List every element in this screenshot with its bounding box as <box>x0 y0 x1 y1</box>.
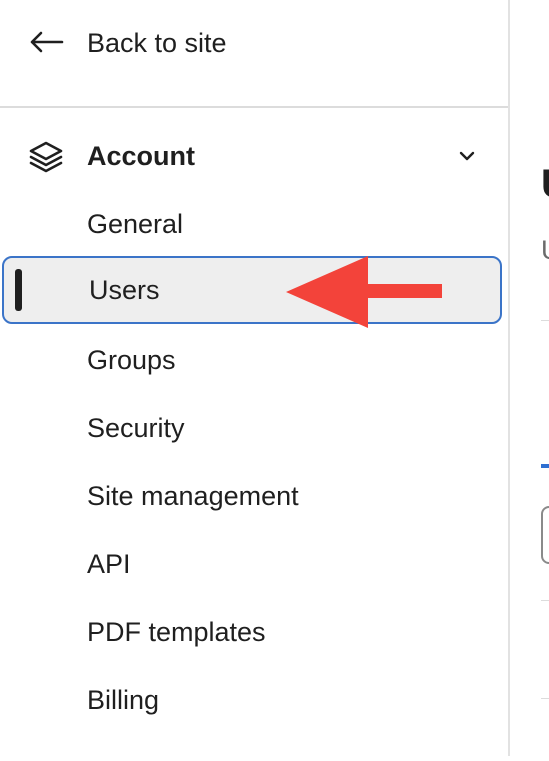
sidebar-item-label: General <box>87 209 184 239</box>
sidebar-item-label: Users <box>89 275 160 305</box>
content-divider <box>541 320 549 321</box>
active-tab-underline <box>541 464 549 468</box>
sidebar-item-groups[interactable]: Groups <box>0 326 508 394</box>
table-divider <box>541 600 549 601</box>
layers-icon <box>29 141 63 173</box>
settings-page: Back to site Account General Users Group… <box>0 0 549 761</box>
sidebar-item-label: API <box>87 549 131 579</box>
back-to-site-link[interactable]: Back to site <box>0 0 508 86</box>
active-indicator <box>15 269 22 311</box>
sidebar-item-general[interactable]: General <box>0 190 508 258</box>
sidebar-item-billing[interactable]: Billing <box>0 666 508 734</box>
annotation-arrow-icon <box>286 256 442 328</box>
sidebar-item-label: PDF templates <box>87 617 266 647</box>
sidebar-item-label: Billing <box>87 685 160 715</box>
account-section-title: Account <box>87 141 195 171</box>
sidebar-item-pdf-templates[interactable]: PDF templates <box>0 598 508 666</box>
arrow-left-icon <box>30 31 64 53</box>
sidebar-item-site-management[interactable]: Site management <box>0 462 508 530</box>
search-input[interactable] <box>541 506 549 564</box>
back-to-site-label: Back to site <box>87 28 227 58</box>
page-title: U <box>541 160 549 208</box>
sidebar-item-security[interactable]: Security <box>0 394 508 462</box>
sidebar-divider <box>0 106 508 108</box>
main-content: U U <box>510 0 549 761</box>
sidebar-item-label: Groups <box>87 345 176 375</box>
chevron-down-icon <box>459 151 475 161</box>
table-row-divider <box>541 698 549 699</box>
sidebar-item-api[interactable]: API <box>0 530 508 598</box>
sidebar-item-label: Security <box>87 413 185 443</box>
sidebar-item-label: Site management <box>87 481 299 511</box>
settings-sidebar: Back to site Account General Users Group… <box>0 0 508 761</box>
account-section-toggle[interactable]: Account <box>0 128 508 186</box>
page-subtitle: U <box>541 234 549 266</box>
